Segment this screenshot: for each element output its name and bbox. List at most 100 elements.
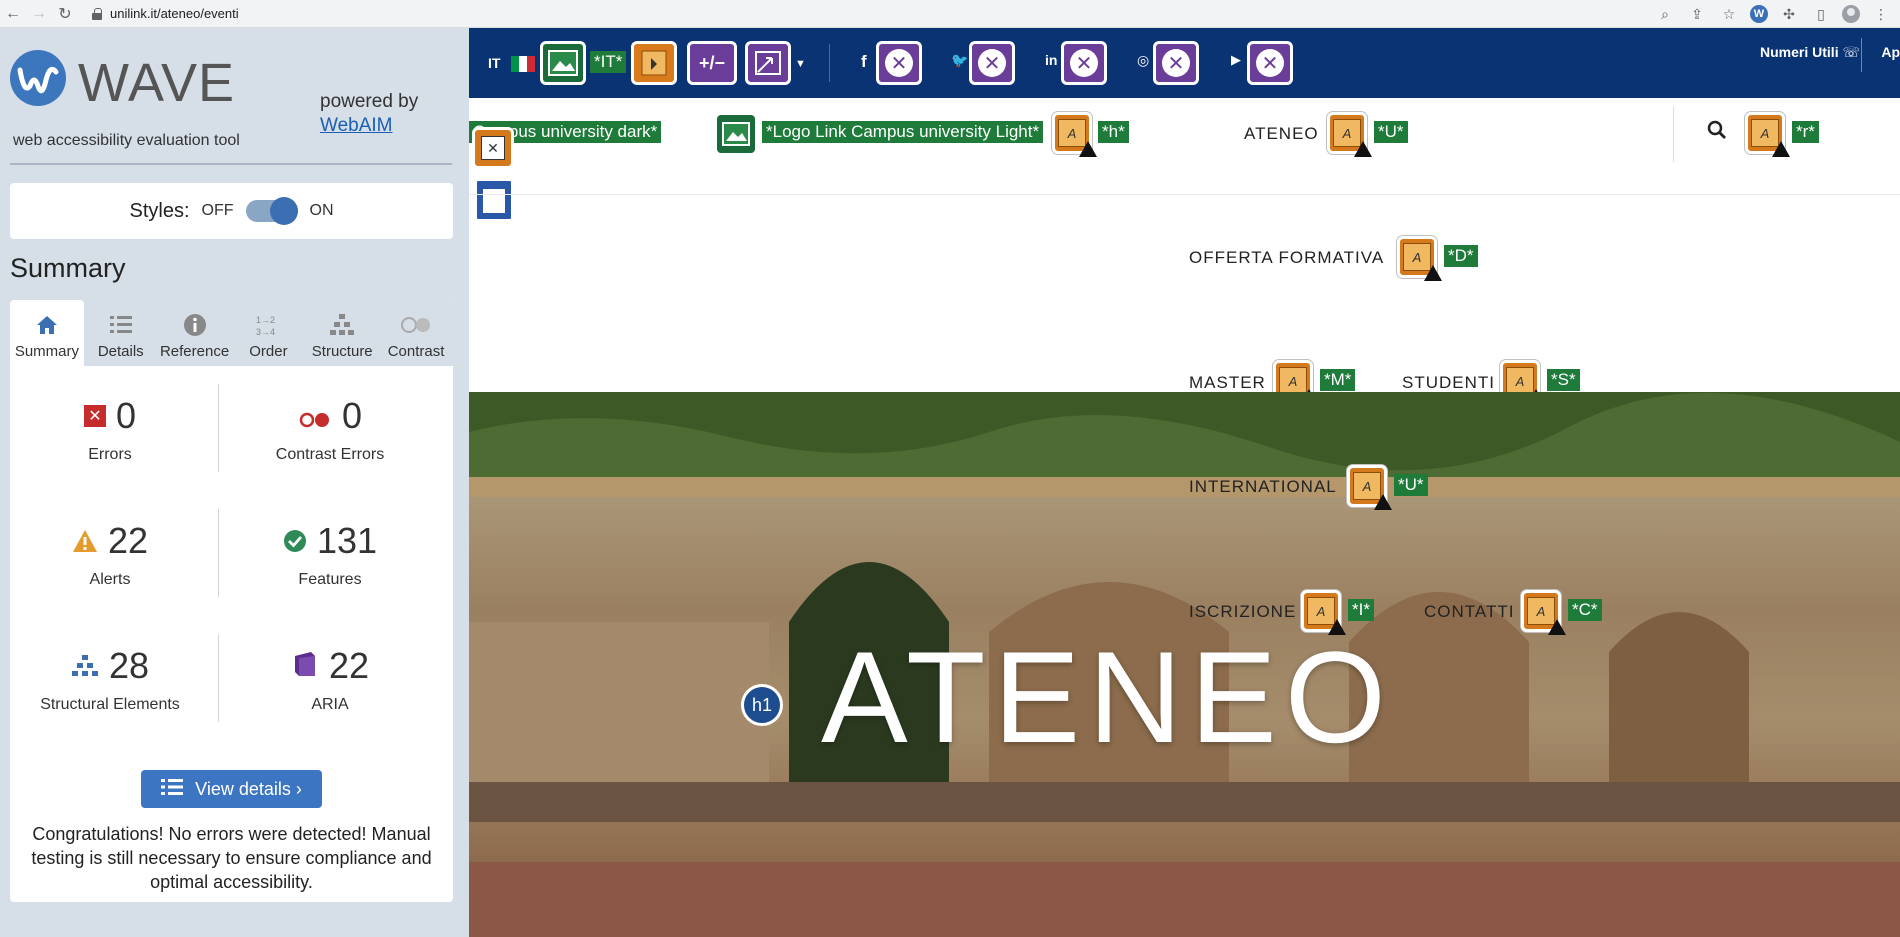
svg-text:3→4: 3→4 bbox=[256, 327, 275, 337]
alert-icon[interactable]: ✕ bbox=[472, 127, 514, 169]
nav-studenti[interactable]: STUDENTI bbox=[1402, 373, 1495, 393]
feature-check-icon bbox=[283, 520, 307, 562]
forward-icon[interactable]: → bbox=[26, 1, 52, 27]
aria-stat[interactable]: 22 ARIA bbox=[230, 616, 430, 714]
alert-icon[interactable]: A bbox=[1397, 236, 1442, 281]
errors-stat[interactable]: ✕ 0 Errors bbox=[10, 366, 210, 464]
features-stat[interactable]: 131 Features bbox=[230, 491, 430, 589]
divider bbox=[218, 509, 219, 597]
error-icon: ✕ bbox=[83, 405, 106, 427]
summary-panel: Summary Details Reference 1→23→4 Order bbox=[10, 300, 453, 902]
linkedin-icon[interactable]: in bbox=[1045, 52, 1057, 68]
youtube-icon[interactable]: ▶ bbox=[1231, 52, 1241, 68]
structural-count: 28 bbox=[108, 645, 150, 686]
alert-icon[interactable]: A bbox=[1301, 590, 1346, 635]
logo-alt-tag: *Logo Link Campus university Light* bbox=[762, 121, 1044, 143]
alert-tag: *C* bbox=[1568, 599, 1602, 621]
tab-order[interactable]: 1→2 3→4 Order bbox=[231, 300, 305, 366]
back-icon[interactable]: ← bbox=[0, 1, 26, 27]
alert-icon[interactable]: A bbox=[1052, 112, 1097, 157]
home-icon bbox=[35, 311, 59, 339]
aria-popup-icon[interactable] bbox=[745, 41, 791, 85]
tab-summary[interactable]: Summary bbox=[10, 300, 84, 366]
menu-kebab-icon[interactable]: ⋮ bbox=[1870, 3, 1892, 25]
instagram-icon[interactable]: ◎ bbox=[1137, 52, 1149, 69]
nav-offerta-formativa[interactable]: OFFERTA FORMATIVA bbox=[1189, 248, 1384, 268]
search-icon[interactable] bbox=[1707, 120, 1727, 145]
browser-toolbar: ← → ↻ unilink.it/ateneo/eventi ⌕ ⇪ ☆ W ✣… bbox=[0, 0, 1900, 28]
nav-contatti[interactable]: CONTATTI bbox=[1424, 602, 1514, 622]
aria-expanded-icon[interactable]: +/− bbox=[687, 41, 737, 85]
aria-label: ARIA bbox=[311, 696, 349, 713]
view-details-button[interactable]: View details › bbox=[141, 770, 322, 808]
dropdown-caret-icon[interactable]: ▼ bbox=[795, 58, 806, 70]
info-icon bbox=[183, 311, 207, 339]
hero-heading: ATENEO bbox=[821, 624, 1394, 770]
image-feature-icon[interactable] bbox=[715, 113, 757, 155]
zoom-icon[interactable]: ⌕ bbox=[1654, 3, 1676, 25]
contrast-errors-stat[interactable]: 0 Contrast Errors bbox=[230, 366, 430, 464]
document-icon[interactable] bbox=[474, 178, 514, 222]
aria-count: 22 bbox=[328, 645, 370, 686]
structure-icon bbox=[71, 645, 99, 687]
tab-details[interactable]: Details bbox=[84, 300, 158, 366]
share-icon[interactable]: ⇪ bbox=[1686, 3, 1708, 25]
h1-structure-icon[interactable]: h1 bbox=[741, 684, 783, 726]
extensions-puzzle-icon[interactable]: ✣ bbox=[1778, 3, 1800, 25]
alert-icon[interactable]: A bbox=[1347, 465, 1392, 510]
wave-tabs: Summary Details Reference 1→23→4 Order bbox=[10, 300, 453, 366]
alert-tag: *U* bbox=[1374, 121, 1408, 143]
italy-flag-icon[interactable] bbox=[511, 56, 535, 72]
alert-tag: *I* bbox=[1348, 599, 1374, 621]
alert-link-icon[interactable] bbox=[631, 41, 677, 85]
side-panel-icon[interactable]: ▯ bbox=[1810, 3, 1832, 25]
alert-icon[interactable]: A bbox=[1745, 112, 1790, 157]
aria-hidden-icon: ✕ bbox=[1153, 41, 1199, 85]
list-icon bbox=[109, 311, 133, 339]
structural-stat[interactable]: 28 Structural Elements bbox=[10, 616, 210, 714]
wave-header: WAVE web accessibility evaluation tool p… bbox=[10, 50, 460, 160]
nav-master[interactable]: MASTER bbox=[1189, 373, 1266, 393]
address-bar[interactable]: unilink.it/ateneo/eventi bbox=[84, 3, 239, 25]
alert-icon[interactable]: A bbox=[1521, 590, 1566, 635]
numeri-utili-link[interactable]: Numeri Utili ☏ bbox=[1760, 44, 1860, 61]
twitter-icon[interactable]: 🐦 bbox=[951, 52, 968, 69]
styles-toggle[interactable] bbox=[245, 197, 298, 225]
tab-structure[interactable]: Structure bbox=[305, 300, 379, 366]
errors-count: 0 bbox=[115, 395, 137, 436]
alert-tag: *h* bbox=[1098, 121, 1129, 143]
wave-logo-icon bbox=[10, 50, 66, 106]
nav-iscrizione[interactable]: ISCRIZIONE bbox=[1189, 602, 1296, 622]
nav-ateneo[interactable]: ATENEO bbox=[1244, 124, 1319, 144]
wave-extension-icon[interactable]: W bbox=[1750, 5, 1768, 23]
alerts-count: 22 bbox=[107, 520, 149, 561]
tab-reference[interactable]: Reference bbox=[158, 300, 232, 366]
website-viewport: IT *IT* +/− ▼ f ✕ 🐦 ✕ in ✕ ◎ ✕ ▶ ✕ Numer… bbox=[469, 28, 1900, 937]
app-link[interactable]: Ap bbox=[1881, 44, 1900, 60]
alert-tag: *M* bbox=[1320, 369, 1356, 391]
nav-international[interactable]: INTERNATIONAL bbox=[1189, 477, 1337, 497]
webaim-link[interactable]: WebAIM bbox=[320, 115, 393, 136]
divider bbox=[1861, 38, 1862, 72]
alerts-stat[interactable]: 22 Alerts bbox=[10, 491, 210, 589]
order-icon: 1→2 3→4 bbox=[254, 311, 282, 339]
alert-tag: *r* bbox=[1792, 121, 1819, 143]
styles-on-label: ON bbox=[309, 202, 334, 219]
image-feature-icon[interactable] bbox=[540, 41, 586, 85]
powered-by-text: powered by bbox=[320, 91, 419, 112]
url-text[interactable]: unilink.it/ateneo/eventi bbox=[110, 6, 239, 21]
tab-contrast[interactable]: Contrast bbox=[379, 300, 453, 366]
language-selector[interactable]: IT bbox=[488, 55, 500, 71]
features-count: 131 bbox=[316, 520, 378, 561]
reload-icon[interactable]: ↻ bbox=[52, 1, 78, 27]
aria-hidden-icon: ✕ bbox=[969, 41, 1015, 85]
facebook-icon[interactable]: f bbox=[861, 52, 867, 72]
toggle-knob[interactable] bbox=[269, 197, 298, 225]
structural-label: Structural Elements bbox=[40, 696, 180, 713]
bookmark-star-icon[interactable]: ☆ bbox=[1718, 3, 1740, 25]
divider bbox=[218, 384, 219, 472]
alert-icon[interactable]: A bbox=[1327, 112, 1372, 157]
lang-tag: *IT* bbox=[590, 51, 627, 73]
aria-hidden-icon: ✕ bbox=[876, 41, 922, 85]
profile-avatar[interactable] bbox=[1842, 5, 1860, 23]
